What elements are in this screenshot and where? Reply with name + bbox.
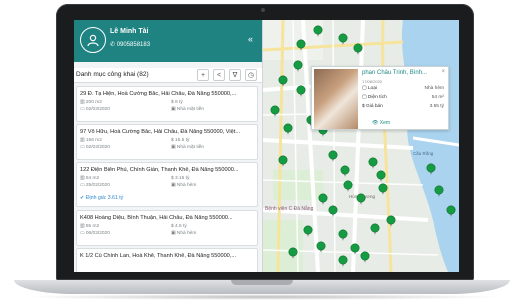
listing-card[interactable]: K 1/2 Cù Chính Lan, Hoà Khê, Thanh Khê, … [76, 248, 258, 272]
list-header: Danh mục công khai (82) + < ∇ ◷ [74, 68, 262, 83]
laptop-notch [231, 280, 293, 285]
popup-price-row: $ Giá bán 3.55 tỷ [362, 104, 444, 109]
filter-icon[interactable]: ∇ [229, 69, 241, 81]
laptop-shadow [20, 294, 504, 300]
map-view[interactable]: Bệnh viện C Đà Nẵng Hùng Vương Cầu Rồng … [263, 20, 459, 272]
popup-date: 17/08/2020 [362, 79, 383, 84]
map-label: Bệnh viện C Đà Nẵng [265, 205, 314, 212]
listing-price: $ 3.15 tỷ [171, 176, 190, 181]
listing-area: ▥ 55 m2 [80, 224, 100, 229]
listing-date: ▭ 02/03/2020 [80, 107, 110, 112]
listing-price: $ 8 tỷ [171, 100, 183, 105]
popup-type-row: ▢ Loại Nhà hẻm [362, 86, 444, 91]
listing-area: ▥ 156 m2 [80, 138, 102, 143]
listing-popup: phan Châu Trinh, Bình... × 17/08/2020 ▢ … [311, 66, 449, 130]
sidebar: Lê Minh Tài ✆ 0905858183 « Danh mục công… [74, 20, 263, 272]
user-icon [87, 34, 99, 47]
listing-type: ▣ Nhà hẻm [171, 231, 197, 236]
profile-phone: ✆ 0905858183 [110, 41, 150, 48]
listing-photo[interactable] [314, 69, 358, 129]
listing-date: ▭ 06/03/2020 [80, 231, 110, 236]
list-title: Danh mục công khai (82) [76, 71, 149, 78]
listing-area: ▥ 54 m2 [80, 176, 100, 181]
map-label: Cầu Rồng [413, 151, 434, 156]
listing-price: $ 15.5 tỷ [171, 138, 190, 143]
webcam [261, 8, 265, 12]
listing-address: 122 Điện Biên Phủ, Chính Gián, Thanh Khê… [80, 167, 239, 173]
add-button[interactable]: + [197, 69, 209, 81]
listing-area: ▥ 200 m2 [80, 100, 102, 105]
map-canvas[interactable]: Bệnh viện C Đà Nẵng Hùng Vương Cầu Rồng [263, 20, 459, 272]
listing-card[interactable]: 122 Điện Biên Phủ, Chính Gián, Thanh Khê… [76, 162, 258, 207]
listing-type: ▣ Nhà mặt tiền [171, 145, 205, 150]
collapse-sidebar-icon[interactable]: « [248, 34, 253, 44]
phone-icon: ✆ [110, 42, 116, 48]
listing-address: 97 Võ Hữu, Hoà Cường Bắc, Hải Châu, Đà N… [80, 129, 241, 135]
avatar[interactable] [80, 27, 106, 53]
history-icon[interactable]: ◷ [245, 69, 257, 81]
listing-date: ▭ 02/03/2020 [80, 145, 110, 150]
close-icon[interactable]: × [441, 69, 445, 75]
listing-card[interactable]: K408 Hoàng Diệu, Bình Thuận, Hải Châu, Đ… [76, 210, 258, 246]
view-link[interactable]: 👁 Xem [372, 120, 390, 126]
listing-address: K408 Hoàng Diệu, Bình Thuận, Hải Châu, Đ… [80, 215, 233, 221]
listing-address: 29 Đ. Tạ Hiện, Hoà Cường Bắc, Hải Châu, … [80, 91, 237, 97]
valuation-label: ✔ Định giá: 3.61 tỷ [80, 195, 124, 201]
share-icon[interactable]: < [213, 69, 225, 81]
listing-address: K 1/2 Cù Chính Lan, Hoà Khê, Thanh Khê, … [80, 253, 237, 259]
popup-title[interactable]: phan Châu Trinh, Bình... [362, 70, 427, 76]
listing-date: ▭ 25/02/2020 [80, 183, 110, 188]
laptop-frame: Lê Minh Tài ✆ 0905858183 « Danh mục công… [0, 0, 523, 308]
popup-area-row: ▢ Diện tích 54 m² [362, 95, 444, 100]
profile-header: Lê Minh Tài ✆ 0905858183 « [74, 20, 262, 62]
app-screen: Lê Minh Tài ✆ 0905858183 « Danh mục công… [74, 20, 459, 272]
listing-type: ▣ Nhà mặt tiền [171, 107, 205, 112]
listing-card[interactable]: 97 Võ Hữu, Hoà Cường Bắc, Hải Châu, Đà N… [76, 124, 258, 160]
listing-type: ▣ Nhà hẻm [171, 183, 197, 188]
listing-card[interactable]: 29 Đ. Tạ Hiện, Hoà Cường Bắc, Hải Châu, … [76, 86, 258, 122]
phone-number: 0905858183 [116, 42, 151, 48]
profile-name: Lê Minh Tài [110, 28, 149, 35]
listing-price: $ 4.5 tỷ [171, 224, 187, 229]
